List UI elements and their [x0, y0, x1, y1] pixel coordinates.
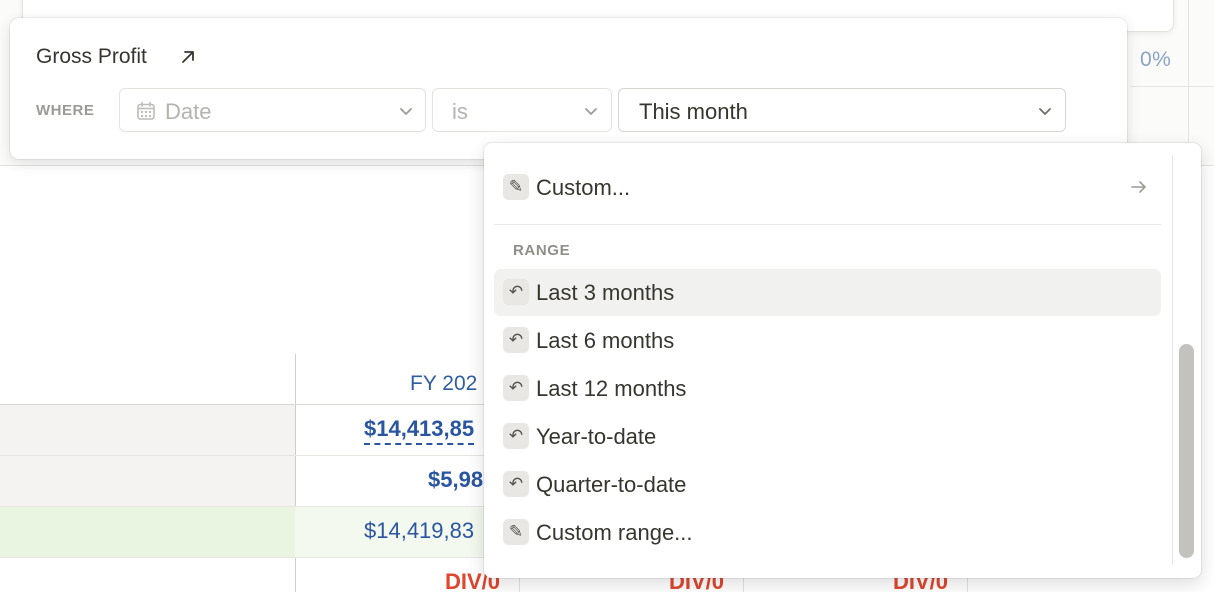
menu-item-year-to-date[interactable]: ↶ Year-to-date	[494, 413, 1161, 460]
column-header-fy[interactable]: FY 202	[410, 372, 477, 396]
column-divider	[1188, 0, 1189, 166]
row-label-cell[interactable]	[0, 405, 295, 455]
table-row: $14,419,83	[0, 507, 490, 558]
arrow-right-icon	[1131, 181, 1146, 193]
metric-title[interactable]: Gross Profit	[36, 45, 147, 69]
filter-popover: Gross Profit WHERE Date is This month	[10, 18, 1127, 159]
row-label-cell[interactable]	[0, 456, 295, 506]
undo-arrow-icon: ↶	[503, 375, 529, 401]
undo-arrow-icon: ↶	[503, 279, 529, 305]
chevron-down-icon	[1039, 108, 1051, 115]
custom-date-icon: ✎	[503, 519, 529, 545]
open-external-arrow-icon[interactable]	[179, 48, 197, 66]
menu-item-custom-range[interactable]: ✎ Custom range...	[494, 509, 1161, 556]
row-label-cell[interactable]	[0, 507, 295, 557]
cell-value[interactable]: $5,98	[428, 467, 483, 493]
cell-value[interactable]: $14,419,83	[364, 518, 474, 544]
chevron-down-icon	[400, 108, 412, 115]
field-select-value: Date	[165, 99, 212, 124]
operator-select-value: is	[452, 99, 468, 124]
menu-item-last-6-months[interactable]: ↶ Last 6 months	[494, 317, 1161, 364]
where-label: WHERE	[36, 102, 95, 119]
menu-item-last-3-months[interactable]: ↶ Last 3 months	[494, 269, 1161, 316]
scrollbar-track[interactable]	[1172, 155, 1173, 565]
value-select[interactable]: This month	[618, 88, 1066, 132]
field-select[interactable]: Date	[119, 88, 426, 132]
menu-item-custom[interactable]: ✎ Custom...	[494, 164, 1161, 211]
menu-item-label: Last 12 months	[536, 376, 687, 401]
menu-item-quarter-to-date[interactable]: ↶ Quarter-to-date	[494, 461, 1161, 508]
cell-value[interactable]: $14,413,85	[364, 416, 475, 445]
scrollbar-thumb[interactable]	[1179, 344, 1194, 558]
menu-item-last-12-months[interactable]: ↶ Last 12 months	[494, 365, 1161, 412]
menu-item-label: Custom...	[536, 175, 631, 200]
row-divider	[1130, 86, 1214, 87]
menu-divider	[494, 224, 1161, 225]
menu-item-label: Last 3 months	[536, 280, 675, 305]
calendar-icon	[137, 101, 155, 120]
chevron-down-icon	[585, 108, 597, 115]
date-range-menu: ✎ Custom... RANGE ↶ Last 3 months ↶ Last…	[484, 143, 1201, 578]
table-row: $5,98	[0, 456, 490, 507]
section-label-range: RANGE	[513, 242, 571, 259]
menu-item-label: Quarter-to-date	[536, 472, 687, 497]
menu-item-label: Custom range...	[536, 520, 693, 545]
table-row: DIV/0	[0, 558, 500, 592]
custom-date-icon: ✎	[503, 174, 529, 200]
percent-value: 0%	[1140, 48, 1172, 71]
table-row: $14,413,85	[0, 405, 490, 456]
value-select-value: This month	[639, 99, 748, 124]
operator-select[interactable]: is	[432, 88, 612, 132]
undo-arrow-icon: ↶	[503, 327, 529, 353]
menu-item-label: Year-to-date	[536, 424, 657, 449]
undo-arrow-icon: ↶	[503, 471, 529, 497]
menu-item-label: Last 6 months	[536, 328, 675, 353]
undo-arrow-icon: ↶	[503, 423, 529, 449]
